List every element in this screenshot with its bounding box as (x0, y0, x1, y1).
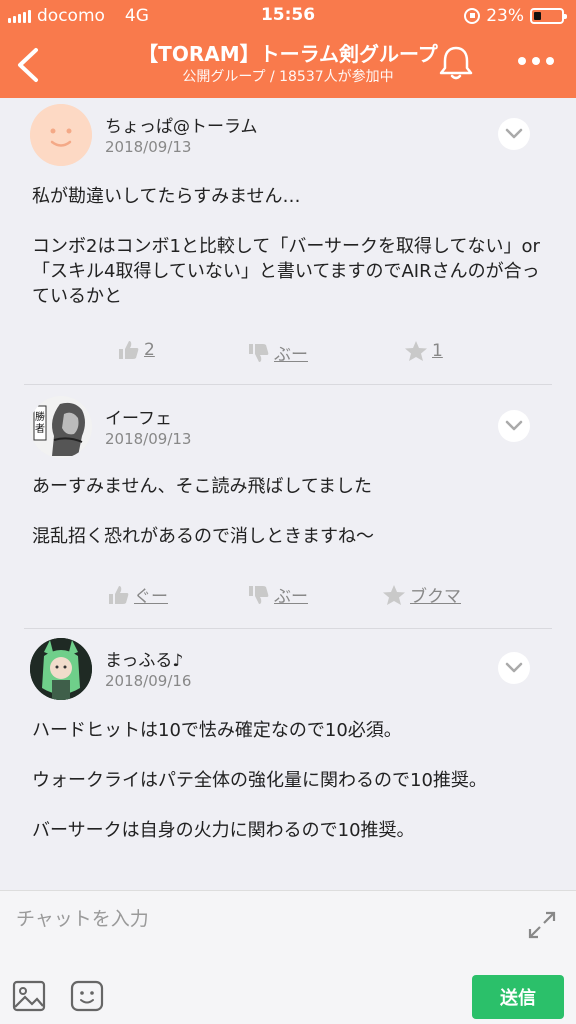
send-button[interactable]: 送信 (472, 975, 564, 1019)
post-date: 2018/09/13 (105, 138, 192, 156)
notification-button[interactable] (434, 42, 478, 82)
thumbs-up-icon (119, 341, 139, 359)
star-icon (405, 341, 427, 361)
star-icon (383, 584, 405, 605)
post-date: 2018/09/13 (105, 430, 192, 448)
svg-text:者: 者 (35, 423, 45, 435)
like-label: ぐー (134, 587, 168, 607)
image-icon (12, 980, 46, 1012)
default-face-icon (30, 104, 92, 166)
post-date: 2018/09/16 (105, 672, 192, 690)
author-name[interactable]: まっふる♪ (105, 646, 183, 671)
rotation-lock-icon (464, 8, 481, 24)
thumbs-down-icon (249, 585, 269, 604)
status-bar: docomo 4G 15:56 23% (0, 0, 576, 30)
more-dots-icon (518, 57, 554, 65)
comment-actions: ぐー ぶー ブクマ (0, 582, 576, 612)
comment-menu-button[interactable] (498, 652, 530, 684)
like-count: 2 (144, 340, 155, 360)
chat-input[interactable] (16, 901, 496, 937)
avatar[interactable] (30, 638, 92, 700)
top-bar: docomo 4G 15:56 23% 【TORAM】トーラム剣グループ 公開グ… (0, 0, 576, 98)
bell-icon (439, 46, 473, 80)
smiley-icon (70, 980, 104, 1012)
dislike-label: ぶー (274, 345, 308, 365)
comment-menu-button[interactable] (498, 118, 530, 150)
chat-input-bar: 送信 (0, 890, 576, 1024)
bookmark-button[interactable]: 1 (404, 340, 443, 362)
author-name[interactable]: イーフェ (105, 404, 172, 429)
comment-body: あーすみません、そこ読み飛ばしてました 混乱招く恐れがあるので消しときますね〜 (32, 476, 374, 547)
comment-menu-button[interactable] (498, 410, 530, 442)
dislike-button[interactable]: ぶー (248, 582, 308, 607)
chevron-down-icon (505, 662, 523, 673)
author-name[interactable]: ちょっぱ@トーラム (105, 112, 258, 137)
avatar[interactable] (30, 104, 92, 166)
expand-input-button[interactable] (526, 909, 558, 941)
manga-avatar-icon: 勝 者 (30, 396, 92, 458)
thumbs-down-icon (249, 343, 269, 362)
dislike-button[interactable]: ぶー (248, 340, 308, 365)
avatar[interactable]: 勝 者 (30, 396, 92, 458)
thumbs-up-icon (109, 585, 129, 604)
comment-body: 私が勘違いしてたらすみません… コンボ2はコンボ1と比較して「バーサークを取得し… (32, 186, 540, 307)
expand-arrows-icon (528, 911, 556, 939)
divider (24, 384, 552, 385)
back-button[interactable] (8, 42, 48, 88)
more-options-button[interactable] (510, 46, 566, 76)
image-attach-button[interactable] (12, 979, 46, 1013)
svg-text:勝: 勝 (35, 410, 45, 423)
comment-actions: 2 ぶー 1 (0, 340, 576, 370)
comment-body: ハードヒットは10で怯み確定なので10必須。 ウォークライはパテ全体の強化量に関… (32, 720, 487, 841)
chevron-left-icon (18, 48, 38, 82)
chevron-down-icon (505, 420, 523, 431)
battery-icon (530, 8, 567, 24)
bookmark-label: ブクマ (410, 587, 461, 607)
bookmark-count: 1 (432, 341, 443, 361)
sticker-button[interactable] (70, 979, 104, 1013)
chevron-down-icon (505, 128, 523, 139)
comment-feed[interactable]: ちょっぱ@トーラム 2018/09/13 私が勘違いしてたらすみません… コンボ… (0, 98, 576, 890)
like-button[interactable]: ぐー (108, 582, 168, 607)
character-avatar-icon (30, 638, 92, 700)
like-button[interactable]: 2 (118, 340, 155, 360)
dislike-label: ぶー (274, 587, 308, 607)
battery-percent: 23% (486, 6, 524, 26)
bookmark-button[interactable]: ブクマ (382, 582, 461, 607)
divider (24, 628, 552, 629)
